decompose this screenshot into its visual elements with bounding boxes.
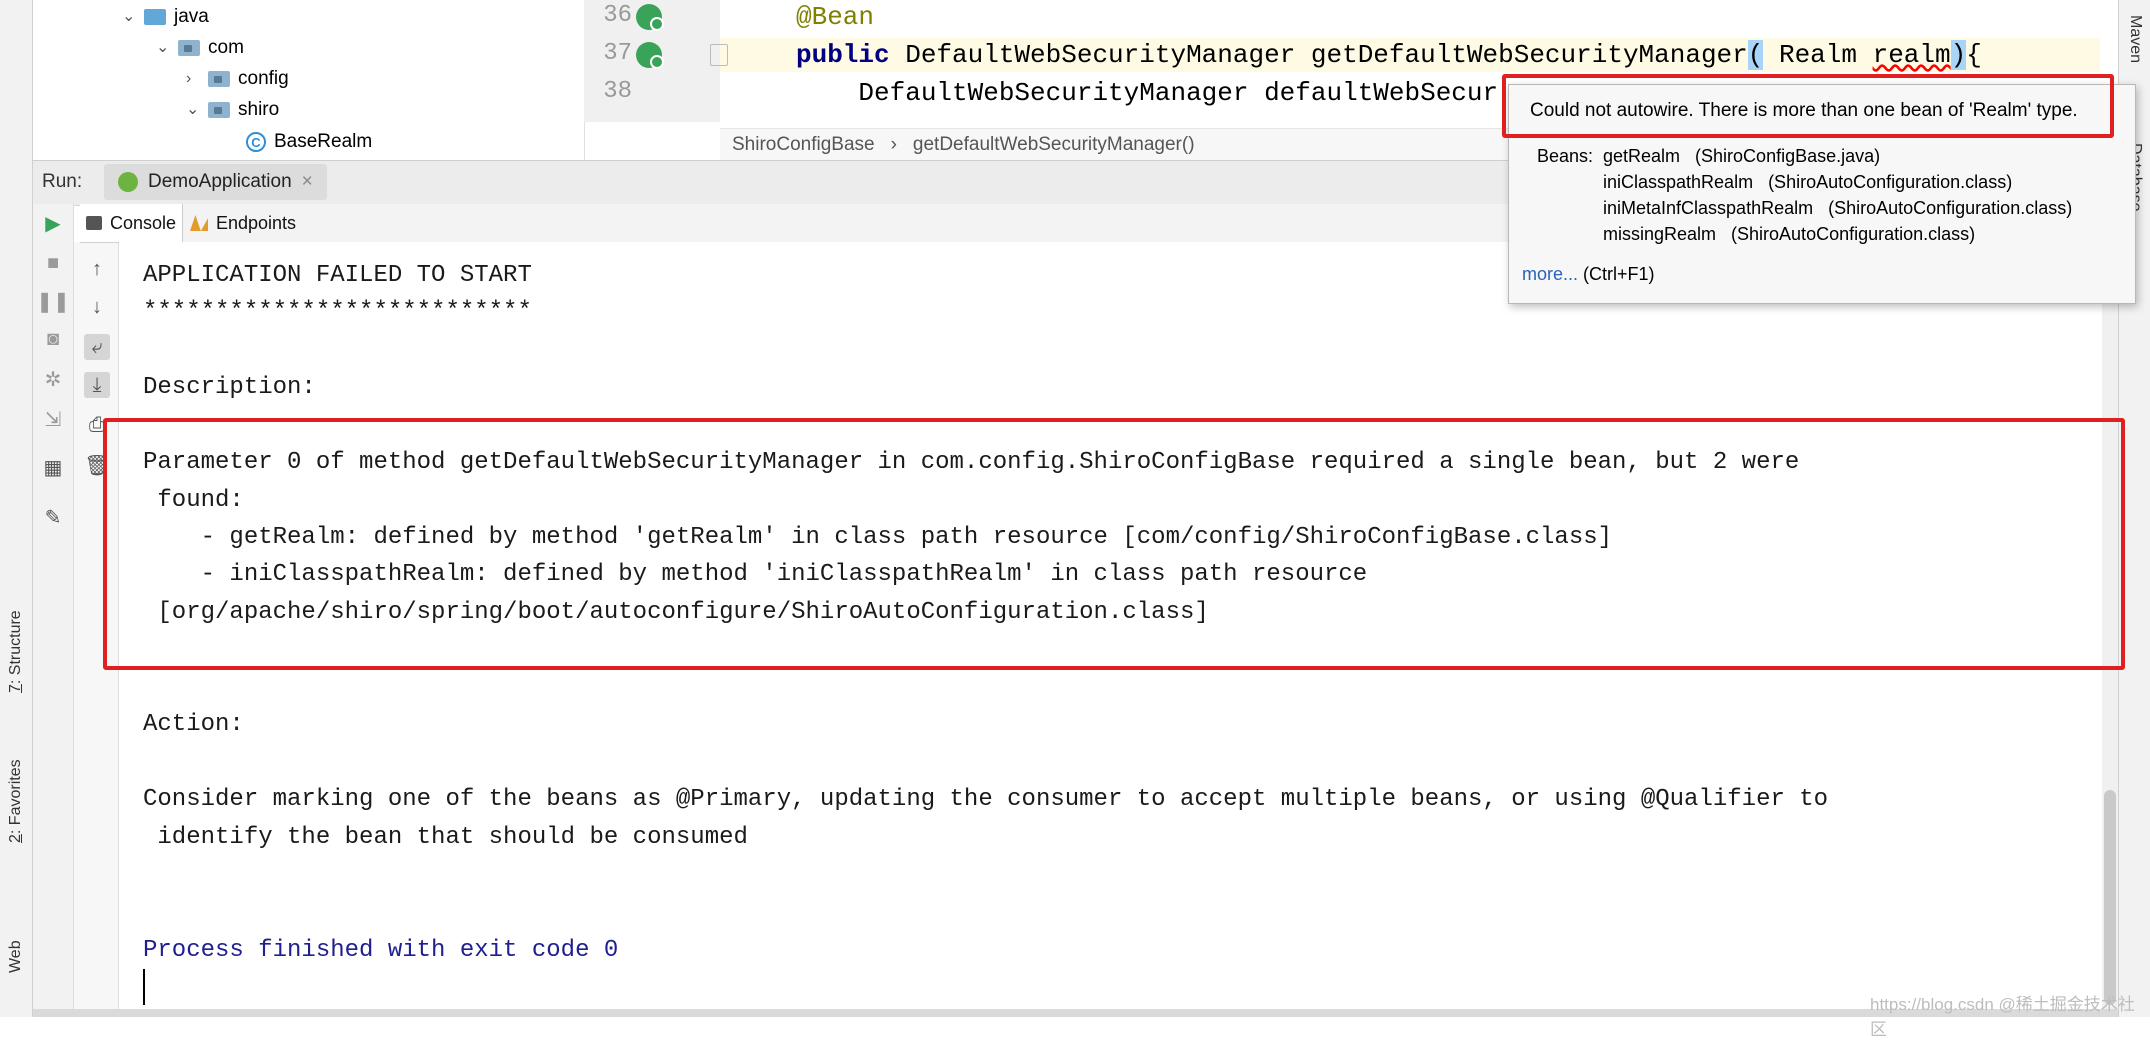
package-icon: [208, 102, 230, 118]
console-line: APPLICATION FAILED TO START: [143, 262, 532, 289]
console-line: Consider marking one of the beans as @Pr…: [143, 786, 1829, 813]
tree-item-java[interactable]: ⌄ java: [122, 2, 209, 32]
breadcrumb: ShiroConfigBase › getDefaultWebSecurityM…: [720, 128, 1540, 160]
method-signature: DefaultWebSecurityManager getDefaultWebS…: [889, 40, 1748, 70]
console-line: Parameter 0 of method getDefaultWebSecur…: [143, 449, 1800, 476]
tree-item-shiro[interactable]: ⌄ shiro: [186, 95, 279, 125]
tab-console-label: Console: [110, 213, 177, 233]
structure-tab[interactable]: 7: Structure: [7, 610, 25, 693]
exit-icon[interactable]: ⇲: [40, 406, 66, 432]
package-icon: [178, 40, 200, 56]
paren-close: ): [1950, 40, 1967, 70]
scroll-to-end-icon[interactable]: ⤓: [84, 372, 110, 398]
tree-item-label: com: [208, 37, 244, 58]
console-line: Description:: [143, 374, 316, 401]
text-caret: [143, 969, 145, 1005]
run-config-name: DemoApplication: [148, 171, 292, 192]
pause-icon[interactable]: ❚❚: [36, 288, 70, 314]
param-realm-error[interactable]: realm: [1873, 40, 1951, 70]
keyword-public: public: [796, 40, 890, 70]
bottom-status-strip: [33, 1009, 2118, 1017]
structure-tab-number: 7: [7, 684, 24, 693]
tab-console[interactable]: Console: [80, 204, 184, 242]
chevron-down-icon[interactable]: ⌄: [156, 40, 170, 56]
trash-icon[interactable]: 🗑: [84, 452, 110, 478]
stop-icon[interactable]: ■: [40, 250, 66, 276]
web-tab[interactable]: Web: [7, 940, 25, 973]
tooltip-bean-item[interactable]: iniClasspathRealm (ShiroAutoConfiguratio…: [1603, 172, 2012, 193]
layout-icon[interactable]: ▦: [40, 454, 66, 480]
code-line-36: @Bean: [796, 2, 875, 32]
print-icon[interactable]: ⎙: [84, 412, 110, 438]
code-line-38: DefaultWebSecurityManager defaultWebSecu…: [796, 78, 1499, 108]
code-line-37: public DefaultWebSecurityManager getDefa…: [796, 40, 1982, 70]
breadcrumb-separator-icon: ›: [890, 133, 897, 155]
console-line: [org/apache/shiro/spring/boot/autoconfig…: [143, 599, 1209, 626]
tree-item-config[interactable]: › config: [186, 64, 289, 94]
tooltip-shortcut-hint: (Ctrl+F1): [1583, 264, 1655, 284]
rerun-icon[interactable]: ▶: [40, 210, 66, 236]
tooltip-bean-item[interactable]: iniMetaInfClasspathRealm (ShiroAutoConfi…: [1603, 198, 2072, 219]
console-line: Action:: [143, 711, 244, 738]
param-type: Realm: [1763, 40, 1873, 70]
spring-bean-gutter-icon[interactable]: [636, 42, 664, 69]
favorites-tab-number: 2: [7, 834, 24, 843]
line-number: 37: [603, 40, 632, 67]
chevron-down-icon[interactable]: ⌄: [186, 102, 200, 118]
chevron-right-icon[interactable]: ›: [186, 71, 200, 87]
brace-open: {: [1966, 40, 1982, 70]
left-tool-strip: 7: Structure 2: Favorites Web: [0, 0, 33, 1017]
tree-item-baserealm[interactable]: C BaseRealm: [246, 127, 372, 157]
camera-icon[interactable]: ◙: [40, 326, 66, 352]
tooltip-bean-item[interactable]: getRealm (ShiroConfigBase.java): [1603, 146, 1880, 167]
maven-tab[interactable]: Maven: [2126, 15, 2144, 63]
breadcrumb-class[interactable]: ShiroConfigBase: [732, 134, 875, 156]
spring-bean-gutter-icon[interactable]: [636, 4, 664, 31]
tree-item-label: config: [238, 68, 289, 89]
spring-boot-icon: [118, 172, 138, 192]
console-scroll-thumb[interactable]: [2104, 790, 2116, 1005]
tab-endpoints-label: Endpoints: [216, 213, 297, 233]
tooltip-beans-label: Beans:: [1537, 146, 1594, 166]
favorites-tab[interactable]: 2: Favorites: [7, 759, 25, 843]
close-icon[interactable]: ×: [302, 171, 313, 193]
watermark: https://blog.csdn @稀土掘金技术社区: [1870, 995, 2135, 1039]
favorites-tab-label: : Favorites: [7, 759, 24, 835]
paren-open: (: [1747, 40, 1764, 70]
chevron-down-icon[interactable]: ⌄: [122, 9, 136, 25]
class-icon: C: [246, 132, 266, 152]
package-icon: [208, 71, 230, 87]
tree-item-com[interactable]: ⌄ com: [156, 33, 244, 63]
arrow-up-icon[interactable]: ↑: [84, 256, 110, 282]
folder-icon: [144, 9, 166, 25]
console-line: - iniClasspathRealm: defined by method '…: [143, 561, 1368, 588]
console-icon: [86, 216, 102, 230]
run-label: Run:: [42, 171, 83, 192]
run-config-tab[interactable]: DemoApplication ×: [104, 164, 327, 200]
tooltip-message: Could not autowire. There is more than o…: [1530, 100, 2078, 121]
debug-icon[interactable]: ✲: [40, 366, 66, 392]
console-exit-line: Process finished with exit code 0: [143, 937, 619, 964]
tree-item-label: shiro: [238, 99, 280, 120]
soft-wrap-icon[interactable]: ⤶: [84, 334, 110, 360]
tooltip-bean-item[interactable]: missingRealm (ShiroAutoConfiguration.cla…: [1603, 224, 1975, 245]
web-tab-label: Web: [7, 940, 24, 973]
tab-endpoints[interactable]: Endpoints: [184, 204, 302, 242]
tree-item-label: java: [174, 6, 209, 27]
arrow-down-icon[interactable]: ↓: [84, 294, 110, 320]
line-number: 38: [603, 78, 632, 105]
console-line: - getRealm: defined by method 'getRealm'…: [143, 524, 1613, 551]
console-line: identify the bean that should be consume…: [143, 824, 748, 851]
structure-tab-label: : Structure: [7, 610, 24, 685]
pin-icon[interactable]: ✎: [40, 504, 66, 530]
console-line: found:: [143, 487, 244, 514]
endpoints-icon: [190, 215, 208, 231]
tree-item-label: BaseRealm: [274, 131, 373, 152]
tooltip-more-link[interactable]: more...: [1522, 264, 1578, 285]
console-line: ***************************: [143, 298, 532, 325]
fold-icon[interactable]: [710, 44, 728, 66]
breadcrumb-method[interactable]: getDefaultWebSecurityManager(): [913, 134, 1195, 156]
line-number: 36: [603, 2, 632, 29]
